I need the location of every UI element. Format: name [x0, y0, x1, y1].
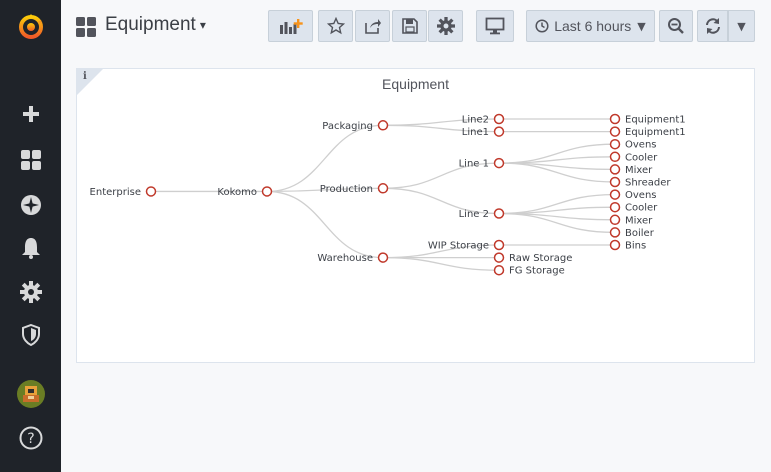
- tree-label-enterprise: Enterprise: [90, 187, 141, 198]
- tree-node-mixer[interactable]: [609, 164, 621, 175]
- tree-label-packaging: Packaging: [322, 121, 373, 132]
- share-dashboard-button[interactable]: [355, 10, 390, 42]
- tree-node-ovens[interactable]: [609, 189, 621, 200]
- tree-node-line1[interactable]: [493, 126, 505, 137]
- tree-label-line-1: Line 1: [459, 159, 489, 170]
- explore-compass-icon[interactable]: [0, 185, 61, 225]
- caret-down-icon: ▾: [199, 17, 206, 32]
- refresh-interval-dropdown[interactable]: ▼: [728, 10, 755, 42]
- tree-label-ovens: Ovens: [625, 190, 657, 201]
- clock-icon: [535, 19, 549, 33]
- tree-node-wip-storage[interactable]: [493, 239, 505, 251]
- tree-node-cooler[interactable]: [609, 151, 621, 163]
- tree-node-ovens[interactable]: [609, 138, 621, 150]
- tree-label-equipment1: Equipment1: [625, 127, 686, 138]
- tree-label-shreader: Shreader: [625, 178, 671, 189]
- tree-node-fg-storage[interactable]: [493, 264, 505, 276]
- tree-label-kokomo: Kokomo: [217, 187, 257, 198]
- star-dashboard-button[interactable]: [318, 10, 353, 42]
- tv-mode-button[interactable]: [476, 10, 514, 42]
- dashboards-icon[interactable]: [0, 140, 61, 180]
- tree-label-line1: Line1: [462, 127, 489, 138]
- configuration-gear-icon[interactable]: [0, 272, 61, 312]
- tree-label-cooler: Cooler: [625, 203, 658, 214]
- tree-label-warehouse: Warehouse: [317, 253, 373, 264]
- tree-node-mixer[interactable]: [609, 214, 621, 226]
- tree-node-shreader[interactable]: [609, 176, 621, 188]
- tree-label-raw-storage: Raw Storage: [509, 253, 572, 264]
- tree-node-line2[interactable]: [493, 113, 505, 125]
- server-admin-shield-icon[interactable]: [0, 315, 61, 355]
- tree-node-packaging[interactable]: [377, 120, 389, 131]
- tree-label-ovens: Ovens: [625, 140, 657, 151]
- tree-label-boiler: Boiler: [625, 228, 655, 239]
- time-range-label: Last 6 hours: [554, 18, 632, 34]
- caret-down-icon: ▼: [737, 19, 746, 33]
- equipment-tree-panel: i Equipment Enterprise Kokomo Packaging Lin…: [76, 68, 755, 363]
- grafana-logo-icon[interactable]: [0, 6, 61, 46]
- tree-label-equipment1: Equipment1: [625, 115, 686, 126]
- share-icon: [364, 19, 381, 34]
- tree-link-kokomo-to-warehouse: [266, 190, 384, 259]
- alerting-bell-icon[interactable]: [0, 228, 61, 268]
- tree-node-boiler[interactable]: [609, 227, 621, 238]
- save-dashboard-button[interactable]: [392, 10, 427, 42]
- tree-label-fg-storage: FG Storage: [509, 266, 565, 277]
- tree-node-equipment1[interactable]: [609, 126, 621, 137]
- dashboard-grid-icon: [76, 17, 96, 37]
- caret-down-icon: ▼: [637, 19, 646, 33]
- tree-node-equipment1[interactable]: [609, 113, 621, 125]
- gear-icon: [436, 17, 455, 35]
- tree-node-warehouse[interactable]: [377, 252, 389, 263]
- zoom-out-button[interactable]: [659, 10, 693, 42]
- tree-node-line-1[interactable]: [493, 157, 505, 169]
- tree-node-cooler[interactable]: [609, 201, 621, 213]
- save-icon: [401, 18, 418, 34]
- tree-node-raw-storage[interactable]: [493, 252, 505, 263]
- tree-label-bins: Bins: [625, 241, 646, 252]
- tree-diagram: Enterprise Kokomo Packaging Line2 Equipment1…: [90, 113, 686, 277]
- time-range-picker[interactable]: Last 6 hours ▼: [526, 10, 655, 42]
- tree-label-wip-storage: WIP Storage: [428, 241, 489, 252]
- monitor-icon: [485, 17, 505, 35]
- dashboard-settings-button[interactable]: [428, 10, 463, 42]
- tree-label-line-2: Line 2: [459, 209, 489, 220]
- tree-label-mixer: Mixer: [625, 165, 653, 176]
- refresh-button[interactable]: [697, 10, 728, 42]
- tree-link-kokomo-to-packaging: [266, 124, 384, 193]
- user-avatar[interactable]: [0, 374, 61, 414]
- add-panel-button[interactable]: [268, 10, 313, 42]
- tree-node-production[interactable]: [377, 183, 389, 194]
- refresh-icon: [705, 18, 720, 34]
- tree-link-warehouse-to-fg-storage: [382, 256, 500, 271]
- tree-node-enterprise[interactable]: [145, 186, 157, 197]
- help-icon[interactable]: ?: [0, 418, 61, 458]
- dashboard-navbar: Equipment ▾ Last 6 hours ▼ ▼: [61, 0, 771, 56]
- tree-label-mixer: Mixer: [625, 215, 653, 226]
- tree-label-production: Production: [320, 184, 373, 195]
- tree-node-kokomo[interactable]: [261, 186, 273, 197]
- star-icon: [326, 17, 345, 35]
- add-panel-icon: [279, 19, 303, 34]
- tree-label-cooler: Cooler: [625, 152, 658, 163]
- tree-node-line-2[interactable]: [493, 208, 505, 219]
- svg-text:?: ?: [27, 431, 34, 447]
- sidebar: ?: [0, 0, 61, 472]
- tree-label-line2: Line2: [462, 115, 489, 126]
- dashboard-title-picker[interactable]: Equipment ▾: [105, 14, 206, 36]
- tree-node-bins[interactable]: [609, 239, 621, 251]
- zoom-out-icon: [668, 18, 684, 34]
- plus-icon[interactable]: [0, 94, 61, 134]
- dashboard-title: Equipment: [105, 14, 196, 35]
